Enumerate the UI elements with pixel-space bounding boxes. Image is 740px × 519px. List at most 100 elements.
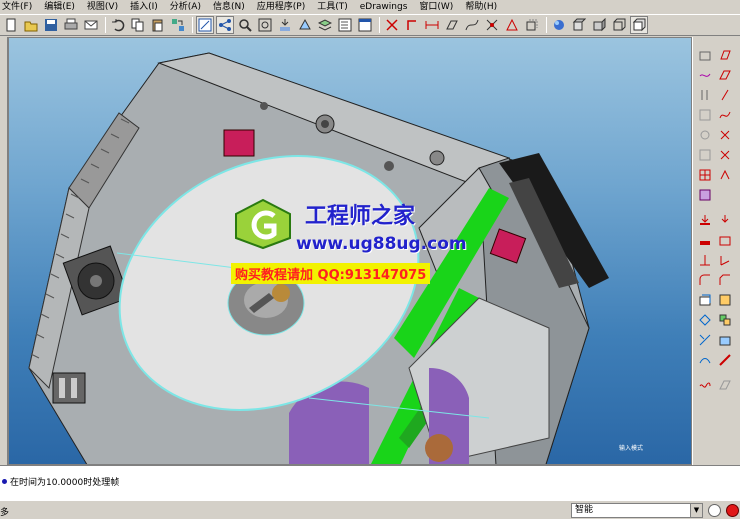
- pattern-icon[interactable]: [697, 292, 713, 308]
- chamfer-icon[interactable]: [717, 272, 733, 288]
- solidify-icon[interactable]: [717, 377, 733, 393]
- hidden-line-icon[interactable]: [590, 16, 608, 34]
- copy-icon[interactable]: [129, 16, 147, 34]
- message-line: 在时间为10.0000时处理帧: [0, 475, 119, 488]
- feature-toolbar: [692, 37, 740, 465]
- menu-bar: 文件(F) 编辑(E) 视图(V) 插入(I) 分析(A) 信息(N) 应用程序…: [0, 0, 740, 14]
- status-check-icon[interactable]: [708, 504, 721, 517]
- warp-icon[interactable]: [697, 377, 713, 393]
- new-icon[interactable]: [2, 16, 20, 34]
- axis-icon[interactable]: [697, 87, 713, 103]
- shading-icon[interactable]: [630, 16, 648, 34]
- plane-icon[interactable]: [717, 47, 733, 63]
- spline-icon[interactable]: [717, 107, 733, 123]
- no-hidden-icon[interactable]: [570, 16, 588, 34]
- curve-icon[interactable]: [463, 16, 481, 34]
- offset-surface-icon[interactable]: [697, 352, 713, 368]
- draft-icon[interactable]: [717, 252, 733, 268]
- hidden-line-icon[interactable]: [523, 16, 541, 34]
- hole-icon[interactable]: [717, 212, 733, 228]
- undo-icon[interactable]: [109, 16, 127, 34]
- trim-icon[interactable]: [697, 332, 713, 348]
- toolbar-separator: [105, 17, 106, 33]
- mirror-icon[interactable]: [717, 292, 733, 308]
- paste-icon[interactable]: [149, 16, 167, 34]
- model-tree-icon[interactable]: [336, 16, 354, 34]
- viewport-corner-label: 输入模式: [619, 445, 644, 452]
- shell-icon[interactable]: [717, 232, 733, 248]
- selection-filter-select[interactable]: 智能 ▼: [571, 503, 703, 518]
- csys-icon[interactable]: [697, 127, 713, 143]
- menu-help[interactable]: 帮助(H): [465, 0, 497, 14]
- graphics-viewport[interactable]: 工程师之家 www.ug88ug.com 购买教程请加 QQ:913147075…: [8, 37, 692, 465]
- datum-plane-icon[interactable]: [383, 16, 401, 34]
- menu-info[interactable]: 信息(N): [213, 0, 245, 14]
- extrude-icon[interactable]: [697, 212, 713, 228]
- info-bullet-icon: [2, 479, 7, 484]
- orient-icon[interactable]: [296, 16, 314, 34]
- stop-icon[interactable]: [726, 504, 739, 517]
- menu-edit[interactable]: 编辑(E): [44, 0, 75, 14]
- point-icon[interactable]: [697, 107, 713, 123]
- axis-point-icon[interactable]: [717, 147, 733, 163]
- status-text: 多: [0, 508, 10, 518]
- select-icon[interactable]: [216, 16, 234, 34]
- thicken-icon[interactable]: [717, 352, 733, 368]
- rib-icon[interactable]: [697, 252, 713, 268]
- wireframe-icon[interactable]: [503, 16, 521, 34]
- zoom-fit-icon[interactable]: [256, 16, 274, 34]
- menu-tools[interactable]: 工具(T): [317, 0, 348, 14]
- line-icon[interactable]: [717, 87, 733, 103]
- offset-icon[interactable]: [697, 147, 713, 163]
- menu-insert[interactable]: 插入(I): [130, 0, 158, 14]
- coordinate-icon[interactable]: [443, 16, 461, 34]
- print-icon[interactable]: [62, 16, 80, 34]
- chevron-down-icon[interactable]: ▼: [690, 504, 702, 517]
- open-icon[interactable]: [22, 16, 40, 34]
- sketch-icon[interactable]: [196, 16, 214, 34]
- toolbar-separator: [546, 17, 547, 33]
- toolbar-separator: [379, 17, 380, 33]
- repaint-icon[interactable]: [276, 16, 294, 34]
- toolbar-separator: [192, 17, 193, 33]
- menu-window[interactable]: 窗口(W): [419, 0, 453, 14]
- dimension-icon[interactable]: [423, 16, 441, 34]
- menu-edrawings[interactable]: eDrawings: [360, 0, 408, 14]
- merge-icon[interactable]: [717, 312, 733, 328]
- save-icon[interactable]: [42, 16, 60, 34]
- surface-icon[interactable]: [717, 67, 733, 83]
- shading-icon[interactable]: [550, 16, 568, 34]
- regenerate-icon[interactable]: [169, 16, 187, 34]
- window-icon[interactable]: [356, 16, 374, 34]
- menu-analysis[interactable]: 分析(A): [170, 0, 201, 14]
- datum-axis-icon[interactable]: [403, 16, 421, 34]
- left-edge-panel: [0, 37, 8, 465]
- message-text: 在时间为10.0000时处理帧: [10, 478, 120, 488]
- datum-plane-icon[interactable]: [697, 47, 713, 63]
- sketch-curve-icon[interactable]: [697, 67, 713, 83]
- spin-center-icon[interactable]: [483, 16, 501, 34]
- copy-feature-icon[interactable]: [697, 312, 713, 328]
- zoom-in-icon[interactable]: [236, 16, 254, 34]
- watermark-site-name: 工程师之家: [305, 204, 416, 229]
- watermark-contact: 购买教程请加 QQ:913147075: [231, 263, 431, 284]
- message-area: 在时间为10.0000时处理帧: [0, 465, 740, 500]
- menu-applications[interactable]: 应用程序(P): [257, 0, 305, 14]
- wireframe-icon[interactable]: [610, 16, 628, 34]
- email-icon[interactable]: [82, 16, 100, 34]
- layer-icon[interactable]: [316, 16, 334, 34]
- selection-filter-value: 智能: [575, 505, 594, 515]
- watermark-url: www.ug88ug.com: [296, 234, 467, 254]
- menu-view[interactable]: 视图(V): [87, 0, 118, 14]
- status-bar: 多 智能 ▼: [0, 500, 740, 519]
- menu-file[interactable]: 文件(F): [2, 0, 32, 14]
- revolve-icon[interactable]: [697, 232, 713, 248]
- grid-icon[interactable]: [697, 167, 713, 183]
- csys-axes-icon[interactable]: [717, 167, 733, 183]
- main-toolbar: [0, 14, 740, 36]
- round-icon[interactable]: [697, 272, 713, 288]
- datum-point-icon[interactable]: [717, 127, 733, 143]
- extend-icon[interactable]: [717, 332, 733, 348]
- analysis-icon[interactable]: [697, 187, 713, 203]
- watermark-logo: [234, 198, 292, 250]
